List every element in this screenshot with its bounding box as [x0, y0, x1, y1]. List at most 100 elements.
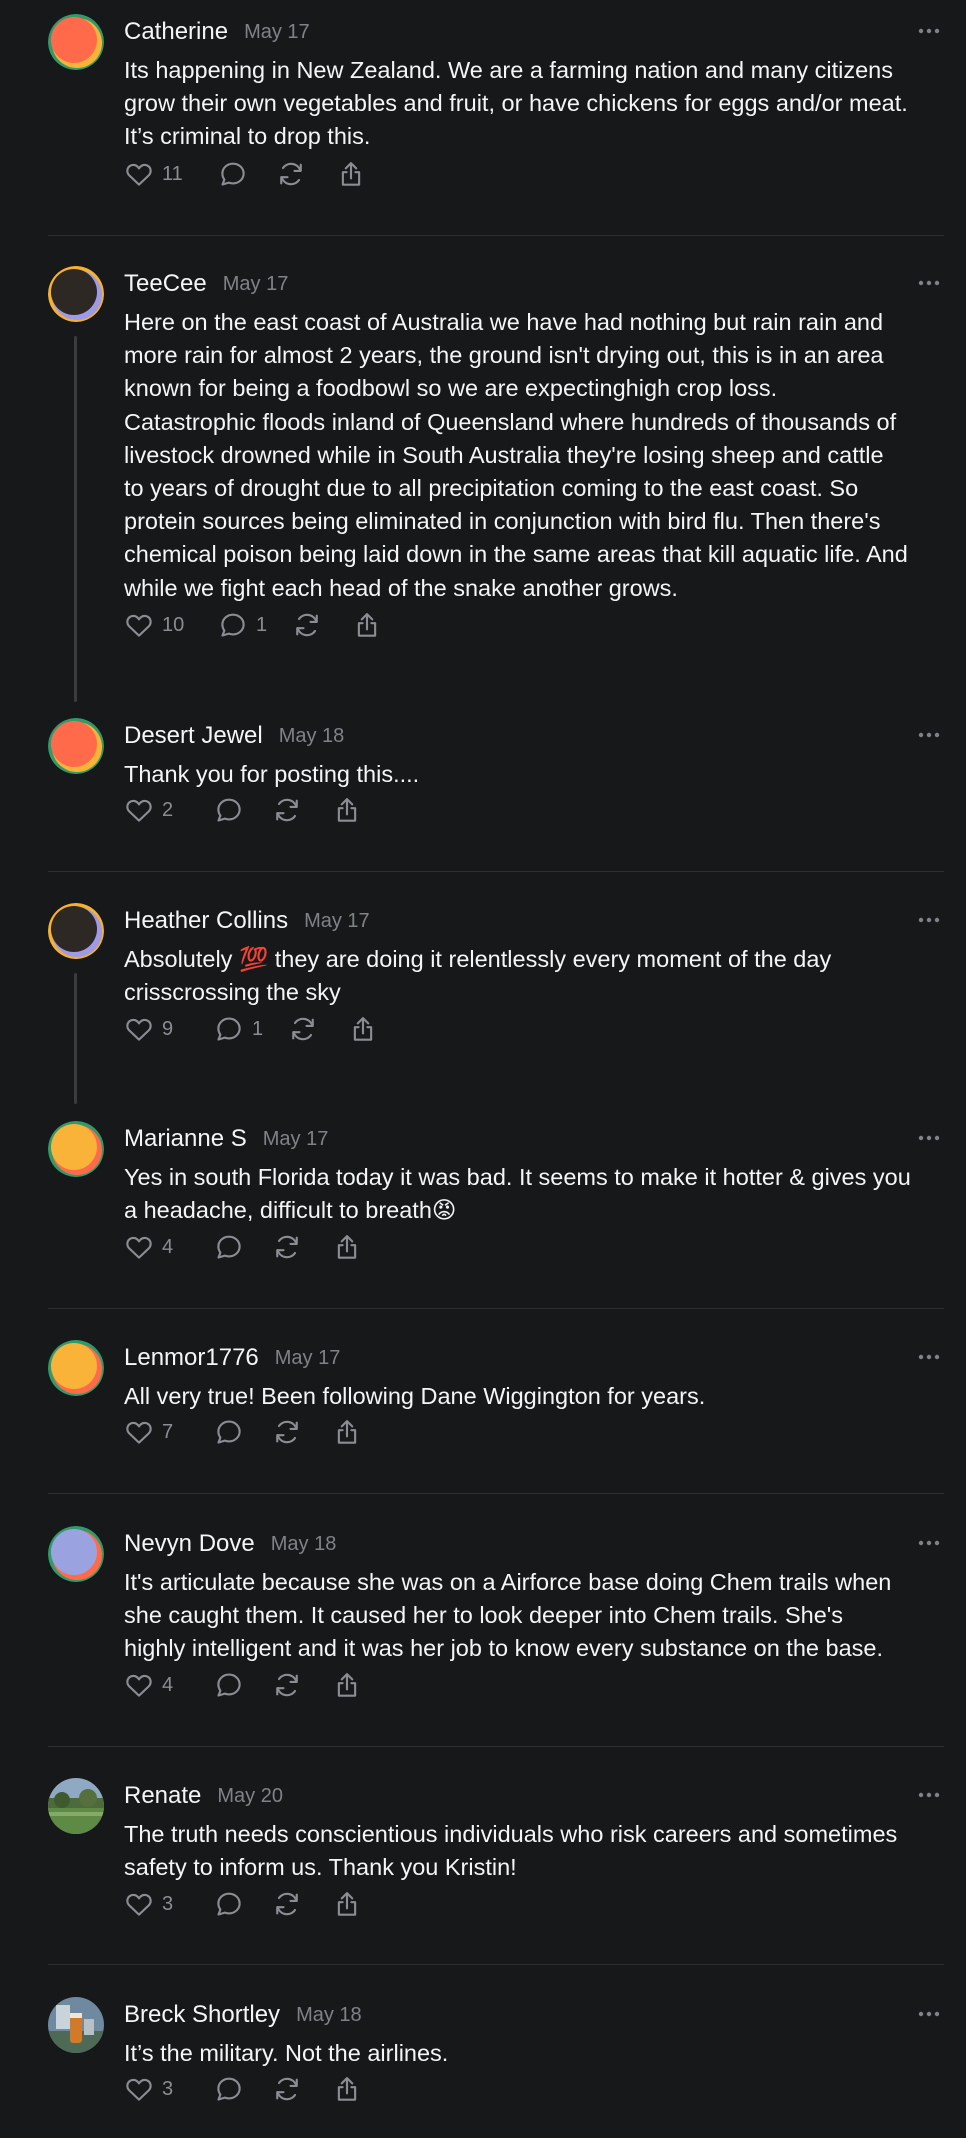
like-button[interactable]: 2	[124, 795, 214, 825]
avatar[interactable]	[48, 1121, 104, 1177]
thread-connector-line	[74, 336, 77, 702]
share-button[interactable]	[348, 1014, 378, 1044]
repost-button[interactable]	[276, 159, 336, 189]
like-button[interactable]: 10	[124, 610, 218, 640]
post-header: Nevyn Dove May 18	[124, 1526, 336, 1562]
post-text-line: Absolutely 💯 they are doing it relentles…	[124, 946, 832, 972]
reply-button[interactable]	[214, 1889, 272, 1919]
post-divider	[48, 235, 944, 236]
more-icon[interactable]	[914, 1528, 944, 1558]
comment-icon	[214, 2074, 244, 2104]
author-name[interactable]: Marianne S	[124, 1125, 247, 1153]
reply-button[interactable]: 1	[218, 610, 292, 640]
heart-icon	[124, 2074, 154, 2104]
post-date: May 18	[270, 1532, 337, 1555]
author-name[interactable]: Lenmor1776	[124, 1344, 259, 1372]
like-button[interactable]: 11	[124, 159, 218, 189]
like-button[interactable]: 3	[124, 2074, 214, 2104]
repost-button[interactable]	[272, 1889, 332, 1919]
post-text-line: livestock drowned while in South Austral…	[124, 441, 884, 468]
share-button[interactable]	[336, 159, 366, 189]
avatar[interactable]	[48, 1526, 104, 1582]
author-name[interactable]: Nevyn Dove	[124, 1530, 255, 1558]
comment-icon	[218, 159, 248, 189]
share-button[interactable]	[332, 1670, 362, 1700]
like-button[interactable]: 3	[124, 1889, 214, 1919]
post-header: Catherine May 17	[124, 14, 310, 50]
like-count: 9	[162, 1017, 174, 1040]
comment-icon	[214, 1014, 244, 1044]
avatar[interactable]	[48, 903, 104, 959]
share-button[interactable]	[332, 1889, 362, 1919]
post-text-line: It’s criminal to drop this.	[124, 123, 371, 150]
post-header: TeeCee May 17	[124, 266, 288, 302]
avatar[interactable]	[48, 14, 104, 70]
like-count: 4	[162, 1235, 174, 1258]
reply-post: Lenmor1776 May 17 All very true! Been foll…	[0, 1340, 966, 1494]
post-actions: 11	[124, 157, 366, 191]
author-name[interactable]: Renate	[124, 1782, 201, 1810]
repost-button[interactable]	[272, 1670, 332, 1700]
avatar[interactable]	[48, 1997, 104, 2053]
repost-button[interactable]	[272, 1417, 332, 1447]
share-icon	[332, 1417, 362, 1447]
author-name[interactable]: Breck Shortley	[124, 2001, 280, 2029]
author-name[interactable]: Desert Jewel	[124, 722, 263, 750]
avatar[interactable]	[48, 266, 104, 322]
reply-post: Marianne S May 17 Yes in south Florida tod…	[0, 1121, 966, 1309]
more-icon[interactable]	[914, 1999, 944, 2029]
post-header: Heather Collins May 17	[124, 903, 370, 939]
comment-icon	[214, 795, 244, 825]
comment-icon	[214, 1232, 244, 1262]
reply-button[interactable]	[218, 159, 276, 189]
share-button[interactable]	[352, 610, 382, 640]
author-name[interactable]: Heather Collins	[124, 907, 288, 935]
post-actions: 7	[124, 1415, 362, 1449]
more-icon[interactable]	[914, 16, 944, 46]
post-actions: 3	[124, 1887, 362, 1921]
post-actions: 4	[124, 1230, 362, 1264]
post-header: Renate May 20	[124, 1778, 283, 1814]
reply-button[interactable]	[214, 2074, 272, 2104]
like-button[interactable]: 4	[124, 1232, 214, 1262]
post-text-line: known for being a foodbowl so we are exp…	[124, 375, 778, 402]
share-button[interactable]	[332, 1232, 362, 1262]
post-date: May 17	[304, 909, 370, 932]
post-text: It's articulate because she was on a Air…	[124, 1566, 946, 1666]
reply-button[interactable]	[214, 1670, 272, 1700]
reply-button[interactable]: 1	[214, 1014, 288, 1044]
share-icon	[336, 159, 366, 189]
more-icon[interactable]	[914, 1123, 944, 1153]
post-header: Marianne S May 17	[124, 1121, 328, 1157]
like-button[interactable]: 9	[124, 1014, 214, 1044]
more-icon[interactable]	[914, 905, 944, 935]
reply-button[interactable]	[214, 795, 272, 825]
repost-button[interactable]	[288, 1014, 348, 1044]
share-button[interactable]	[332, 2074, 362, 2104]
reply-button[interactable]	[214, 1232, 272, 1262]
post-text: Absolutely 💯 they are doing it relentles…	[124, 943, 946, 1009]
heart-icon	[124, 795, 154, 825]
repost-button[interactable]	[272, 2074, 332, 2104]
repost-button[interactable]	[272, 795, 332, 825]
avatar[interactable]	[48, 718, 104, 774]
more-icon[interactable]	[914, 1342, 944, 1372]
avatar[interactable]	[48, 1340, 104, 1396]
more-icon[interactable]	[914, 720, 944, 750]
more-icon[interactable]	[914, 268, 944, 298]
author-name[interactable]: Catherine	[124, 18, 228, 46]
repost-button[interactable]	[272, 1232, 332, 1262]
post-actions: 91	[124, 1012, 378, 1046]
like-button[interactable]: 4	[124, 1670, 214, 1700]
reply-button[interactable]	[214, 1417, 272, 1447]
share-button[interactable]	[332, 1417, 362, 1447]
post-date: May 18	[278, 724, 345, 747]
more-icon[interactable]	[914, 1780, 944, 1810]
like-button[interactable]: 7	[124, 1417, 214, 1447]
like-count: 4	[162, 1673, 174, 1696]
share-button[interactable]	[332, 795, 362, 825]
repost-button[interactable]	[292, 610, 352, 640]
author-name[interactable]: TeeCee	[124, 270, 207, 298]
like-count: 10	[162, 613, 185, 636]
avatar[interactable]	[48, 1778, 104, 1834]
